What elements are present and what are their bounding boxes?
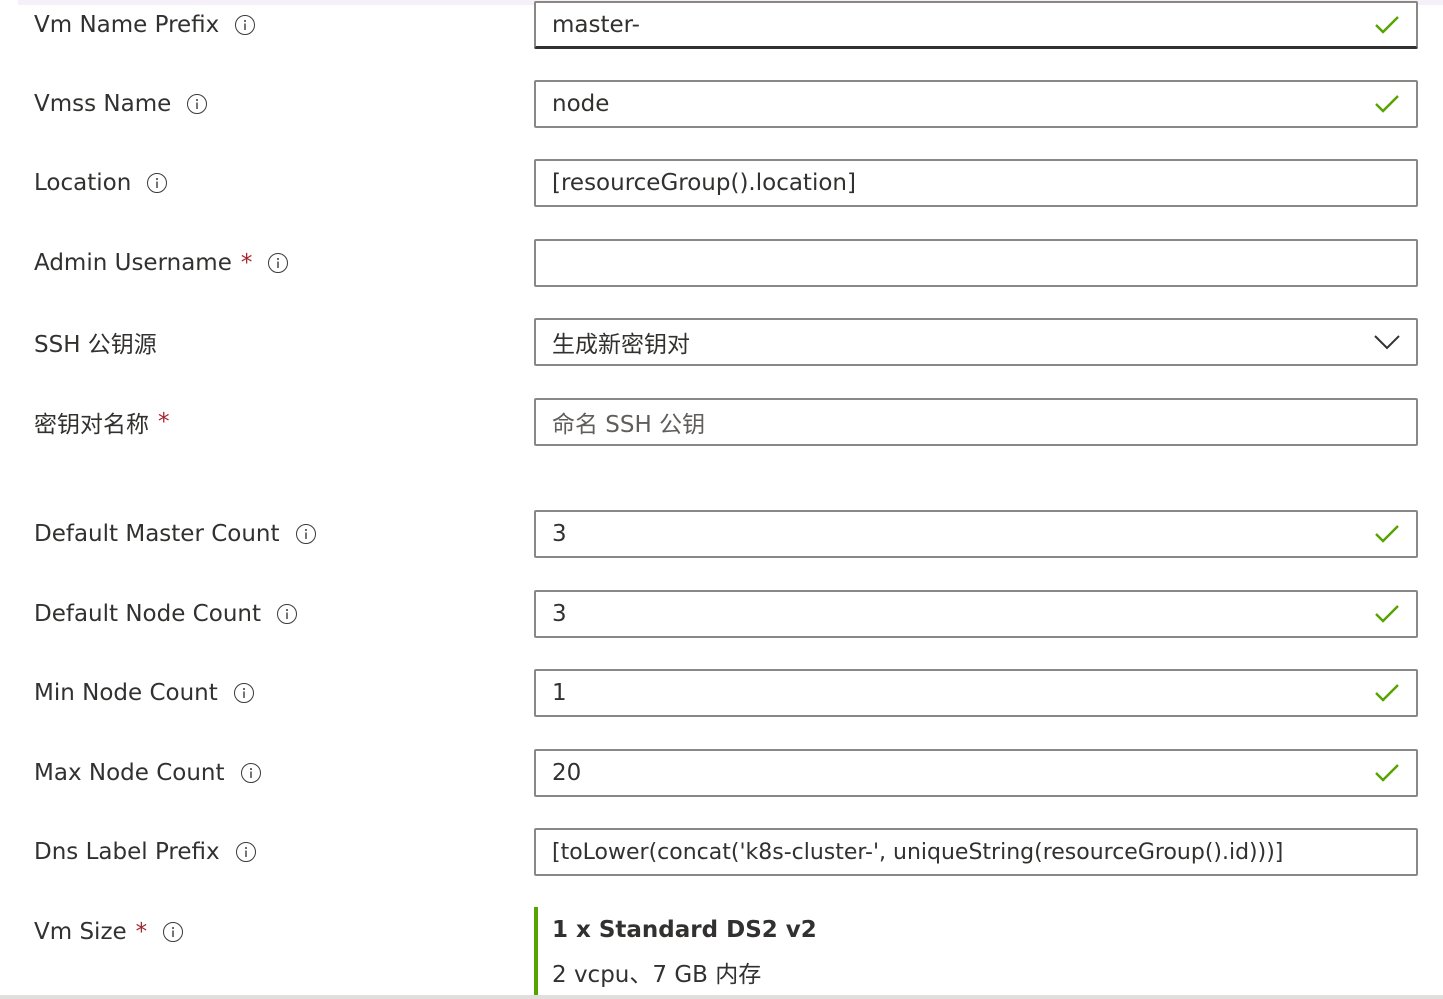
field-label: SSH 公钥源 xyxy=(34,318,157,366)
vm-name-prefix-input[interactable]: master- xyxy=(534,1,1418,49)
row-admin-username: Admin Username * xyxy=(0,239,1443,287)
row-default-node-count: Default Node Count 3 xyxy=(0,590,1443,638)
vm-size-specs: 2 vcpu、7 GB 内存 xyxy=(552,962,762,988)
admin-username-input[interactable] xyxy=(534,239,1418,287)
label-text: Min Node Count xyxy=(34,680,218,706)
row-vm-name-prefix: Vm Name Prefix master- xyxy=(0,1,1443,49)
chevron-down-icon xyxy=(1374,334,1400,350)
row-vmss-name: Vmss Name node xyxy=(0,80,1443,128)
row-default-master-count: Default Master Count 3 xyxy=(0,510,1443,558)
input-value: [resourceGroup().location] xyxy=(552,170,856,196)
input-value: 20 xyxy=(552,760,582,786)
label-text: Vm Size xyxy=(34,919,127,945)
default-master-count-input[interactable]: 3 xyxy=(534,510,1418,558)
label-text: Admin Username xyxy=(34,250,232,276)
max-node-count-input[interactable]: 20 xyxy=(534,749,1418,797)
field-label: Dns Label Prefix xyxy=(34,828,256,876)
vmss-name-input[interactable]: node xyxy=(534,80,1418,128)
checkmark-icon xyxy=(1374,763,1400,783)
ssh-key-source-dropdown[interactable]: 生成新密钥对 xyxy=(534,318,1418,366)
checkmark-icon xyxy=(1374,15,1400,35)
info-icon[interactable] xyxy=(240,763,261,783)
label-text: Vmss Name xyxy=(34,91,172,117)
min-node-count-input[interactable]: 1 xyxy=(534,669,1418,717)
info-icon[interactable] xyxy=(277,604,297,624)
info-icon[interactable] xyxy=(268,253,289,273)
info-icon[interactable] xyxy=(147,173,168,193)
input-value: 3 xyxy=(552,521,567,547)
label-text: Default Master Count xyxy=(34,521,280,547)
input-value: [toLower(concat('k8s-cluster-', uniqueSt… xyxy=(552,839,1284,865)
field-label: Location xyxy=(34,159,168,207)
field-label: Vm Name Prefix xyxy=(34,1,256,49)
field-label: Default Node Count xyxy=(34,590,297,638)
input-value: 1 xyxy=(552,680,567,706)
bottom-divider xyxy=(0,995,1443,999)
input-placeholder: 命名 SSH 公钥 xyxy=(552,412,706,438)
input-value: master- xyxy=(552,11,640,38)
field-label: Admin Username * xyxy=(34,239,289,287)
field-label: 密钥对名称 * xyxy=(34,398,170,446)
row-key-pair-name: 密钥对名称 * 命名 SSH 公钥 xyxy=(0,398,1443,446)
vm-size-selection[interactable]: 1 x Standard DS2 v2 2 vcpu、7 GB 内存 xyxy=(534,907,1134,999)
label-text: SSH 公钥源 xyxy=(34,332,157,358)
key-pair-name-input[interactable]: 命名 SSH 公钥 xyxy=(534,398,1418,446)
field-label: Min Node Count xyxy=(34,669,254,717)
row-dns-label-prefix: Dns Label Prefix [toLower(concat('k8s-cl… xyxy=(0,828,1443,876)
checkmark-icon xyxy=(1374,94,1400,114)
row-location: Location [resourceGroup().location] xyxy=(0,159,1443,207)
label-text: Vm Name Prefix xyxy=(34,12,220,38)
info-icon[interactable] xyxy=(163,922,184,942)
required-asterisk: * xyxy=(240,250,253,276)
field-label: Vm Size * xyxy=(34,908,184,956)
row-max-node-count: Max Node Count 20 xyxy=(0,749,1443,797)
row-min-node-count: Min Node Count 1 xyxy=(0,669,1443,717)
checkmark-icon xyxy=(1374,604,1400,624)
dropdown-selected-value: 生成新密钥对 xyxy=(552,332,690,358)
default-node-count-input[interactable]: 3 xyxy=(534,590,1418,638)
label-text: Default Node Count xyxy=(34,601,261,627)
required-asterisk: * xyxy=(135,919,148,945)
label-text: Max Node Count xyxy=(34,760,225,786)
label-text: 密钥对名称 xyxy=(34,412,149,438)
required-asterisk: * xyxy=(158,409,170,435)
info-icon[interactable] xyxy=(235,842,256,862)
info-icon[interactable] xyxy=(295,524,316,544)
field-label: Default Master Count xyxy=(34,510,316,558)
input-value: node xyxy=(552,91,610,117)
dns-label-prefix-input[interactable]: [toLower(concat('k8s-cluster-', uniqueSt… xyxy=(534,828,1418,876)
field-label: Max Node Count xyxy=(34,749,261,797)
label-text: Dns Label Prefix xyxy=(34,839,220,865)
info-icon[interactable] xyxy=(187,94,208,114)
location-input[interactable]: [resourceGroup().location] xyxy=(534,159,1418,207)
info-icon[interactable] xyxy=(233,683,254,703)
checkmark-icon xyxy=(1374,683,1400,703)
vm-size-name: 1 x Standard DS2 v2 xyxy=(552,917,817,943)
field-label: Vmss Name xyxy=(34,80,208,128)
row-ssh-key-source: SSH 公钥源 生成新密钥对 xyxy=(0,318,1443,366)
label-text: Location xyxy=(34,170,132,196)
checkmark-icon xyxy=(1374,524,1400,544)
info-icon[interactable] xyxy=(235,15,256,35)
input-value: 3 xyxy=(552,601,567,627)
